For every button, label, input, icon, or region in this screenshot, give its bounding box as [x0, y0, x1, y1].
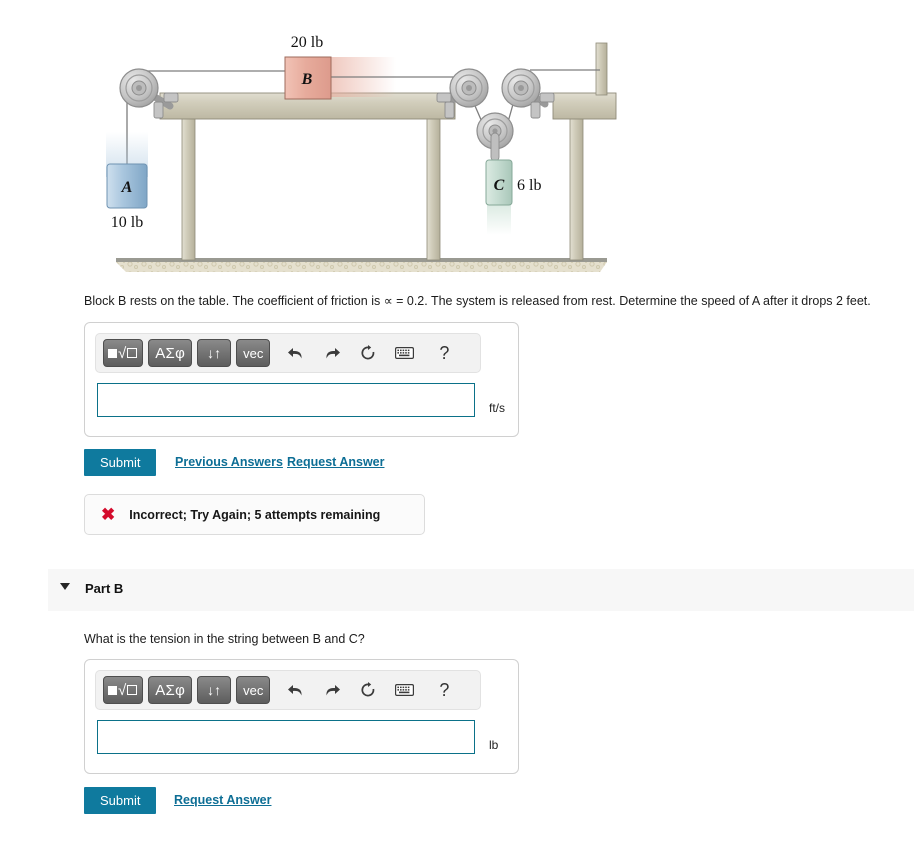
part-a-toolbar: √ ΑΣφ ↓↑ vec ? [95, 333, 481, 373]
help-icon[interactable]: ? [429, 339, 459, 367]
part-a-answer-widget: √ ΑΣφ ↓↑ vec ? [84, 322, 519, 437]
chevron-down-icon[interactable] [60, 583, 70, 590]
part-b-submit-button[interactable]: Submit [84, 787, 157, 814]
right-post [595, 42, 608, 96]
table-leg-left [181, 117, 196, 261]
updown-arrows-button[interactable]: ↓↑ [197, 339, 232, 367]
keyboard-icon[interactable] [389, 676, 419, 704]
part-a-prompt: Block B rests on the table. The coeffici… [84, 294, 871, 308]
reset-icon[interactable] [353, 676, 383, 704]
label-B: B [301, 71, 313, 88]
math-template-button[interactable]: √ [103, 339, 144, 367]
vector-button[interactable]: vec [236, 676, 271, 704]
pulley-movable [476, 112, 514, 162]
label-20lb: 20 lb [291, 34, 323, 51]
part-a-answer-input[interactable] [97, 383, 475, 417]
part-b-question: What is the tension in the string betwee… [84, 632, 365, 646]
part-a-previous-answers-link[interactable]: Previous Answers [175, 455, 283, 469]
table-leg-right [569, 117, 584, 261]
pulley-right-shelf [501, 68, 555, 119]
undo-icon[interactable] [281, 676, 311, 704]
empty-square-icon [127, 685, 138, 695]
label-6lb: 6 lb [517, 177, 541, 194]
part-b-unit-label: lb [489, 738, 499, 752]
part-a-submit-button[interactable]: Submit [84, 449, 157, 476]
nth-root-icon: √ [118, 344, 127, 362]
label-A: A [121, 179, 133, 196]
undo-icon[interactable] [281, 339, 311, 367]
updown-arrows-button[interactable]: ↓↑ [197, 676, 232, 704]
redo-icon[interactable] [317, 676, 347, 704]
right-shelf [552, 92, 617, 120]
part-b-toolbar: √ ΑΣφ ↓↑ vec ? [95, 670, 481, 710]
part-a-feedback-banner: ✖ Incorrect; Try Again; 5 attempts remai… [84, 494, 425, 535]
greek-symbols-button[interactable]: ΑΣφ [148, 339, 193, 367]
label-C: C [494, 177, 505, 194]
filled-square-icon [108, 685, 117, 695]
part-a-request-answer-link[interactable]: Request Answer [287, 455, 384, 469]
empty-square-icon [127, 348, 138, 358]
vector-button[interactable]: vec [236, 339, 271, 367]
part-b-title: Part B [85, 581, 124, 596]
redo-icon[interactable] [317, 339, 347, 367]
math-template-button[interactable]: √ [103, 676, 144, 704]
part-b-answer-widget: √ ΑΣφ ↓↑ vec ? [84, 659, 519, 774]
greek-symbols-button[interactable]: ΑΣφ [148, 676, 193, 704]
help-icon[interactable]: ? [429, 676, 459, 704]
feedback-text: Incorrect; Try Again; 5 attempts remaini… [129, 507, 381, 522]
filled-square-icon [108, 348, 117, 358]
part-b-request-answer-link[interactable]: Request Answer [174, 793, 271, 807]
reset-icon[interactable] [353, 339, 383, 367]
physics-diagram: 20 lb B A 10 lb C 6 lb [0, 0, 914, 285]
table-leg-middle [426, 117, 441, 261]
part-b-answer-input[interactable] [97, 720, 475, 754]
incorrect-x-icon: ✖ [101, 505, 116, 524]
part-a-unit-label: ft/s [489, 401, 506, 415]
part-b-header[interactable] [48, 569, 914, 611]
label-10lb: 10 lb [111, 214, 143, 231]
keyboard-icon[interactable] [389, 339, 419, 367]
nth-root-icon: √ [118, 681, 127, 699]
